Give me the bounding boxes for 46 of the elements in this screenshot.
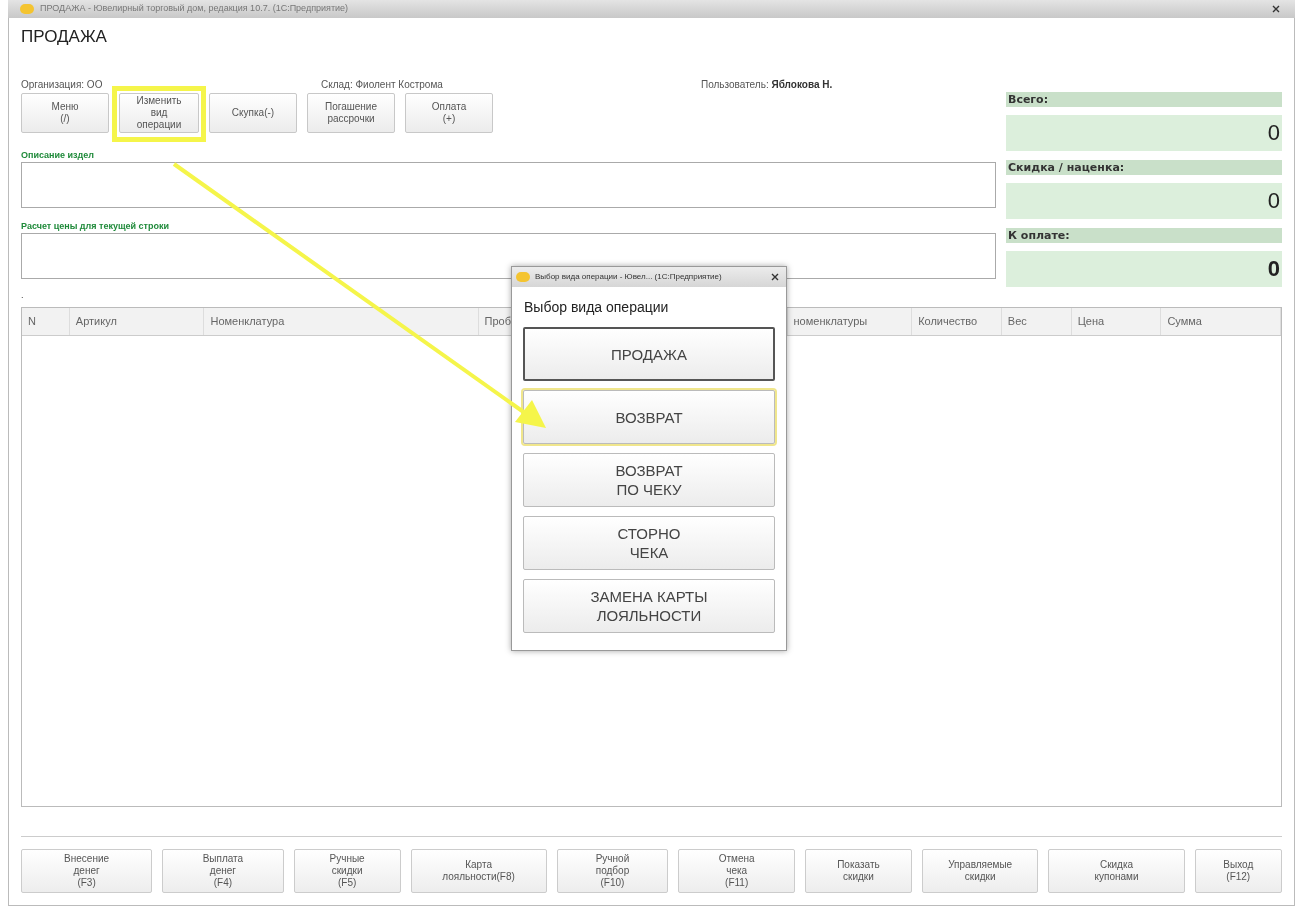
function-button[interactable]: Внесение денег (F3) [21, 849, 153, 893]
column-header: N [22, 308, 70, 335]
toolbar-button[interactable]: Погашение рассрочки [307, 93, 395, 133]
total-value: 0 [1006, 183, 1282, 219]
close-icon [771, 273, 779, 281]
total-value: 0 [1006, 251, 1282, 287]
toolbar-button[interactable]: Оплата (+) [405, 93, 493, 133]
operation-button[interactable]: ВОЗВРАТ ПО ЧЕКУ [523, 453, 775, 507]
function-button[interactable]: Карта лояльности(F8) [410, 849, 547, 893]
operation-button[interactable]: ВОЗВРАТ [523, 390, 775, 444]
operation-button[interactable]: СТОРНО ЧЕКА [523, 516, 775, 570]
toolbar-button[interactable]: Изменить вид операции [119, 93, 199, 133]
column-header: Сумма [1161, 308, 1281, 335]
form-title: ПРОДАЖА [21, 26, 108, 48]
function-button[interactable]: Ручной подбор (F10) [556, 849, 669, 893]
column-header: Номенклатура [204, 308, 479, 335]
function-button[interactable]: Скидка купонами [1048, 849, 1185, 893]
dot-text: . [21, 289, 24, 301]
column-header: Артикул [69, 308, 205, 335]
function-button[interactable]: Ручные скидки (F5) [293, 849, 401, 893]
toolbar-button[interactable]: Меню (/) [21, 93, 109, 133]
function-button[interactable]: Выход (F12) [1194, 849, 1282, 893]
total-label: К оплате: [1006, 228, 1282, 243]
warehouse-text: Склад: Фиолент Кострома [321, 78, 444, 91]
user-text: Пользователь: Яблокова Н. [701, 78, 833, 91]
app-logo-icon [516, 272, 530, 282]
window-title: ПРОДАЖА - Ювелирный торговый дом, редакция 10.7. (1С:Предприятие) [40, 2, 349, 16]
app-logo-icon [20, 4, 34, 14]
function-button[interactable]: Выплата денег (F4) [162, 849, 284, 893]
total-label: Скидка / наценка: [1006, 160, 1282, 175]
organization-label: Организация: ОО [21, 78, 104, 91]
column-header: Количество [912, 308, 1002, 335]
operation-button[interactable]: ПРОДАЖА [523, 327, 775, 381]
total-value: 0 [1006, 115, 1282, 151]
toolbar-button[interactable]: Скупка(-) [209, 93, 297, 133]
column-header: Вес [1001, 308, 1072, 335]
field-label: Описание издел [21, 149, 95, 162]
column-header: Цена [1071, 308, 1162, 335]
total-label: Всего: [1006, 92, 1282, 107]
function-button[interactable]: Показать скидки [804, 849, 912, 893]
dialog-title: Выбор вида операции - Ювел... (1С:Предприятие) [535, 271, 722, 283]
function-button[interactable]: Отмена чека (F11) [678, 849, 795, 893]
function-button[interactable]: Управляемые скидки [921, 849, 1039, 893]
close-icon [1272, 5, 1280, 13]
operation-button[interactable]: ЗАМЕНА КАРТЫ ЛОЯЛЬНОСТИ [523, 579, 775, 633]
field-label: Расчет цены для текущей строки [21, 220, 171, 233]
